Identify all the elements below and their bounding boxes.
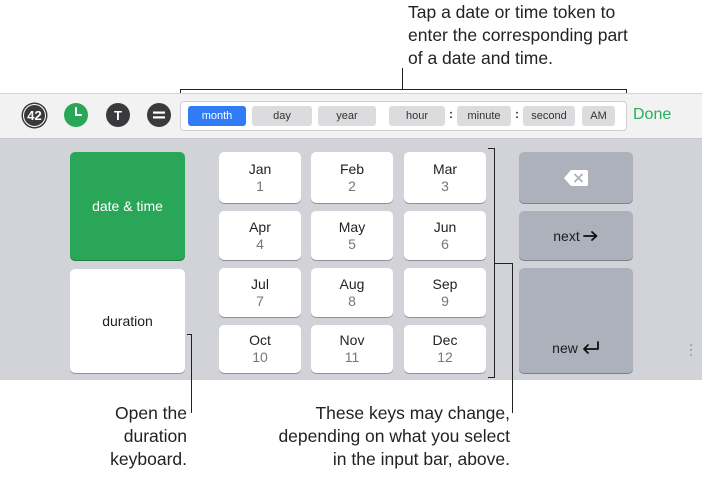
- token-label: minute: [467, 110, 501, 122]
- next-key[interactable]: next: [519, 211, 633, 260]
- token-hour[interactable]: hour: [389, 106, 445, 126]
- token-day[interactable]: day: [252, 106, 312, 126]
- month-name: May: [338, 218, 366, 235]
- month-name: Nov: [339, 332, 365, 348]
- text-format-button[interactable]: T: [106, 103, 130, 127]
- month-name: Jun: [433, 218, 457, 235]
- date-time-key[interactable]: date & time: [70, 152, 185, 260]
- month-name: Jan: [248, 160, 272, 177]
- resize-handle[interactable]: [690, 344, 693, 358]
- month-number: 10: [252, 349, 268, 365]
- month-key-sep[interactable]: Sep 9: [404, 268, 486, 317]
- month-key-jan[interactable]: Jan 1: [219, 152, 301, 203]
- month-number: 2: [348, 177, 356, 194]
- token-label: hour: [405, 110, 429, 122]
- callout-line: depending on what you select: [278, 426, 510, 446]
- month-key-dec[interactable]: Dec 12: [404, 325, 486, 373]
- return-icon: [582, 341, 599, 354]
- next-key-label: next: [553, 227, 580, 244]
- token-label: second: [531, 110, 567, 122]
- month-number: 4: [256, 235, 264, 252]
- clock-icon: [75, 107, 82, 116]
- text-label: T: [114, 107, 122, 123]
- month-number: 5: [348, 235, 356, 252]
- token-label: month: [201, 110, 233, 122]
- month-number: 11: [344, 349, 360, 365]
- month-keys-leader-h: [495, 263, 513, 264]
- duration-key[interactable]: duration: [70, 269, 185, 373]
- token-am-pm[interactable]: AM: [582, 106, 615, 126]
- month-name: Feb: [339, 160, 365, 177]
- token-label: AM: [590, 110, 607, 122]
- token-year[interactable]: year: [318, 106, 376, 126]
- month-keys-bracket: [488, 148, 495, 378]
- month-key-apr[interactable]: Apr 4: [219, 211, 301, 260]
- month-keys-leader-v: [512, 263, 513, 413]
- month-key-nov[interactable]: Nov 11: [311, 325, 393, 373]
- month-key-aug[interactable]: Aug 8: [311, 268, 393, 317]
- number-format-button[interactable]: 42: [23, 104, 46, 127]
- month-number: 3: [441, 177, 449, 194]
- month-key-oct[interactable]: Oct 10: [219, 325, 301, 373]
- callout-line: Tap a date or time token to: [408, 2, 616, 22]
- month-name: Dec: [432, 332, 458, 348]
- month-number: 1: [256, 177, 264, 194]
- month-name: Oct: [249, 332, 271, 348]
- date-time-format-button[interactable]: [64, 103, 88, 127]
- month-name: Jul: [251, 275, 269, 292]
- token-label: year: [336, 110, 358, 122]
- callout-keys: These keys may change, depending on what…: [218, 402, 510, 471]
- callout-tokens: Tap a date or time token to enter the co…: [408, 1, 698, 70]
- month-key-jun[interactable]: Jun 6: [404, 211, 486, 260]
- token-second[interactable]: second: [523, 106, 575, 126]
- month-name: Mar: [432, 160, 458, 177]
- time-separator: :: [515, 107, 519, 121]
- new-key[interactable]: new: [519, 268, 633, 373]
- month-name: Apr: [249, 218, 271, 235]
- date-time-key-label: date & time: [92, 198, 163, 214]
- formula-button[interactable]: [147, 103, 171, 127]
- callout-line: in the input bar, above.: [332, 449, 510, 469]
- month-key-mar[interactable]: Mar 3: [404, 152, 486, 203]
- callout-line: duration: [123, 426, 187, 446]
- tokens-leader-line: [402, 68, 403, 90]
- token-month[interactable]: month: [188, 106, 246, 126]
- time-separator: :: [449, 107, 453, 121]
- equals-icon: [153, 111, 165, 119]
- month-name: Sep: [432, 275, 458, 292]
- month-key-feb[interactable]: Feb 2: [311, 152, 393, 203]
- month-key-may[interactable]: May 5: [311, 211, 393, 260]
- month-number: 12: [437, 349, 453, 365]
- token-minute[interactable]: minute: [457, 106, 511, 126]
- number-label: 42: [27, 108, 42, 123]
- date-time-keyboard: date & time duration Jan 1 Feb 2 Mar 3 A…: [0, 139, 702, 380]
- month-name: Aug: [339, 275, 365, 292]
- month-number: 8: [348, 292, 356, 309]
- callout-line: keyboard.: [110, 449, 187, 469]
- callout-line: These keys may change,: [315, 403, 510, 423]
- input-bar: 42 T month day year hour : minute : seco…: [0, 93, 702, 139]
- callout-line: of a date and time.: [408, 48, 553, 68]
- callout-line: Open the: [115, 403, 187, 423]
- token-field: month day year hour : minute : second AM: [180, 101, 627, 131]
- month-number: 9: [441, 292, 449, 309]
- callout-duration: Open the duration keyboard.: [60, 402, 187, 471]
- month-number: 7: [256, 292, 264, 309]
- token-label: day: [273, 110, 291, 122]
- month-key-jul[interactable]: Jul 7: [219, 268, 301, 317]
- duration-leader-v: [191, 334, 192, 413]
- delete-key[interactable]: [519, 152, 633, 203]
- callout-line: enter the corresponding part: [408, 25, 628, 45]
- arrow-right-icon: [582, 230, 598, 241]
- new-key-label: new: [552, 340, 578, 356]
- delete-icon: [564, 169, 588, 186]
- done-button[interactable]: Done: [633, 106, 671, 124]
- month-number: 6: [441, 235, 449, 252]
- duration-key-label: duration: [102, 313, 153, 329]
